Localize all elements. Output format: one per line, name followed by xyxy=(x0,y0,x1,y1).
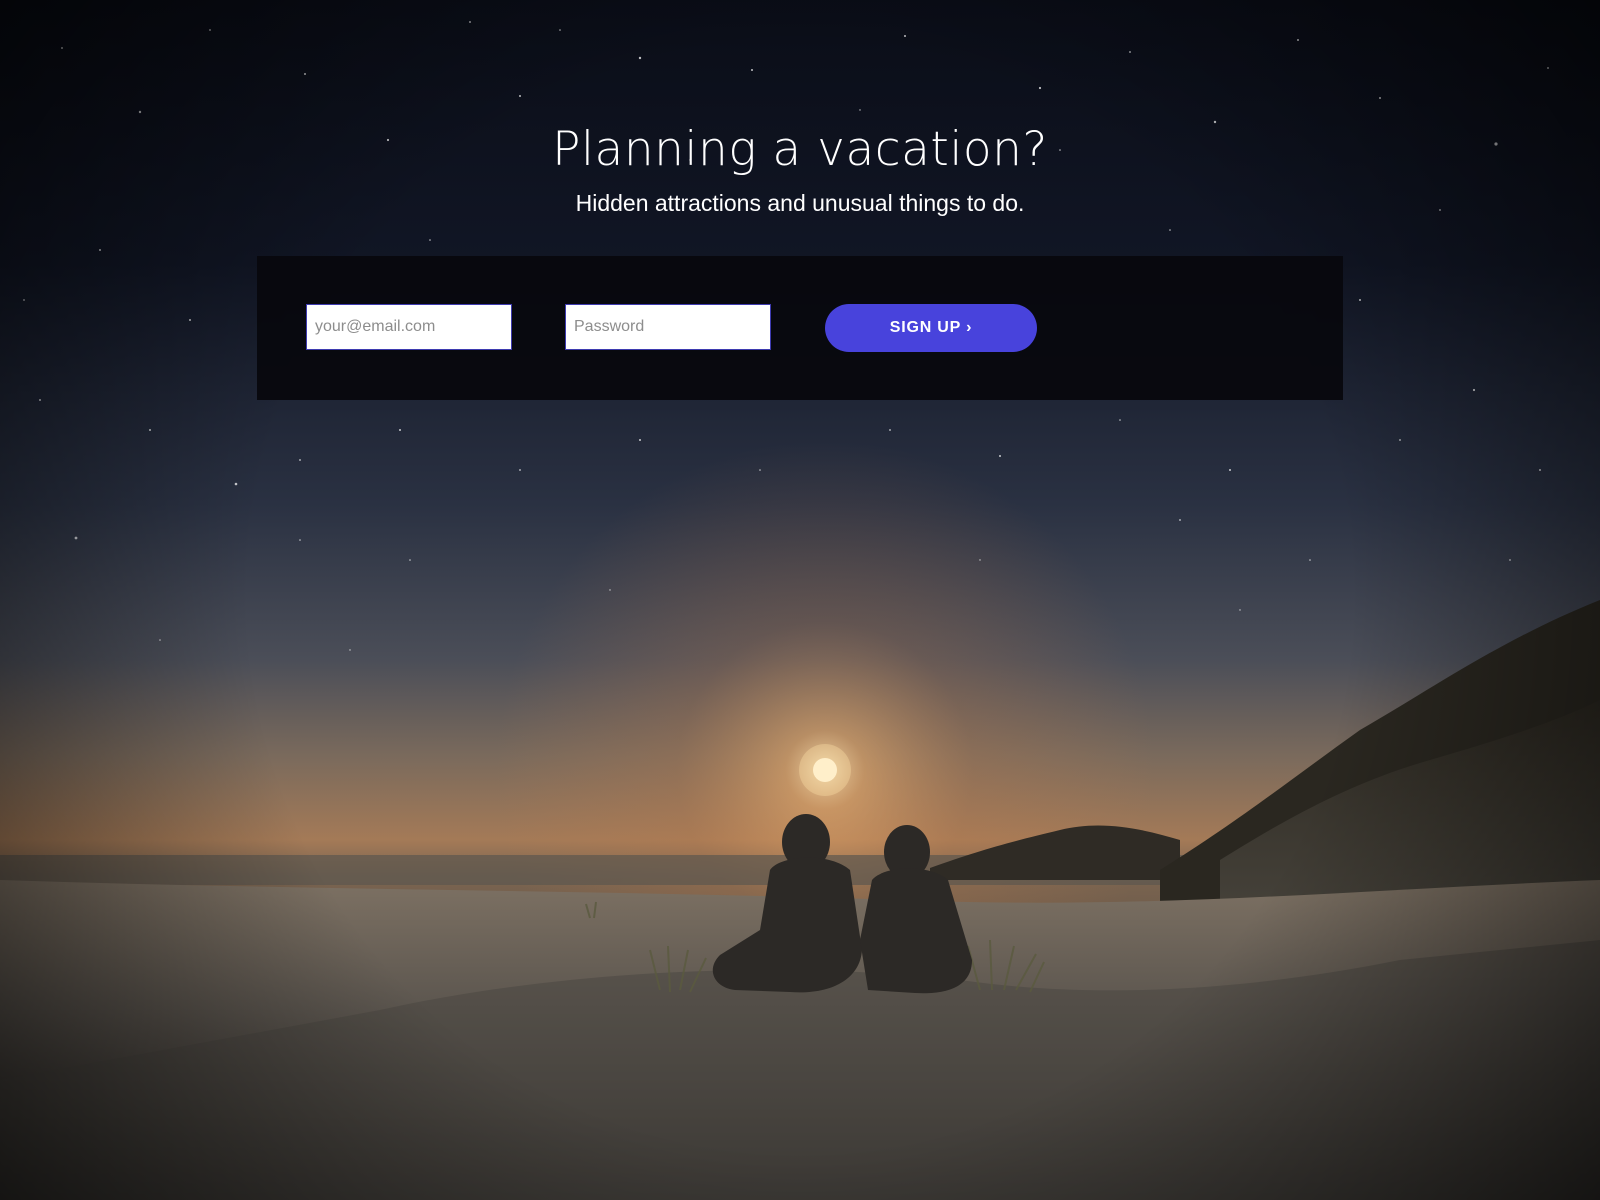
sign-up-label: SIGN UP xyxy=(889,319,962,336)
hero-headline: Planning a vacation? xyxy=(552,122,1048,177)
password-input[interactable] xyxy=(565,304,771,350)
hero-subheadline: Hidden attractions and unusual things to… xyxy=(575,190,1025,216)
chevron-right-icon: › xyxy=(966,319,973,336)
landing-page: Planning a vacation? Hidden attractions … xyxy=(0,0,1600,1200)
email-input[interactable] xyxy=(306,304,512,350)
signup-form-panel: SIGN UP› xyxy=(257,256,1343,400)
sign-up-button[interactable]: SIGN UP › xyxy=(825,304,1037,352)
